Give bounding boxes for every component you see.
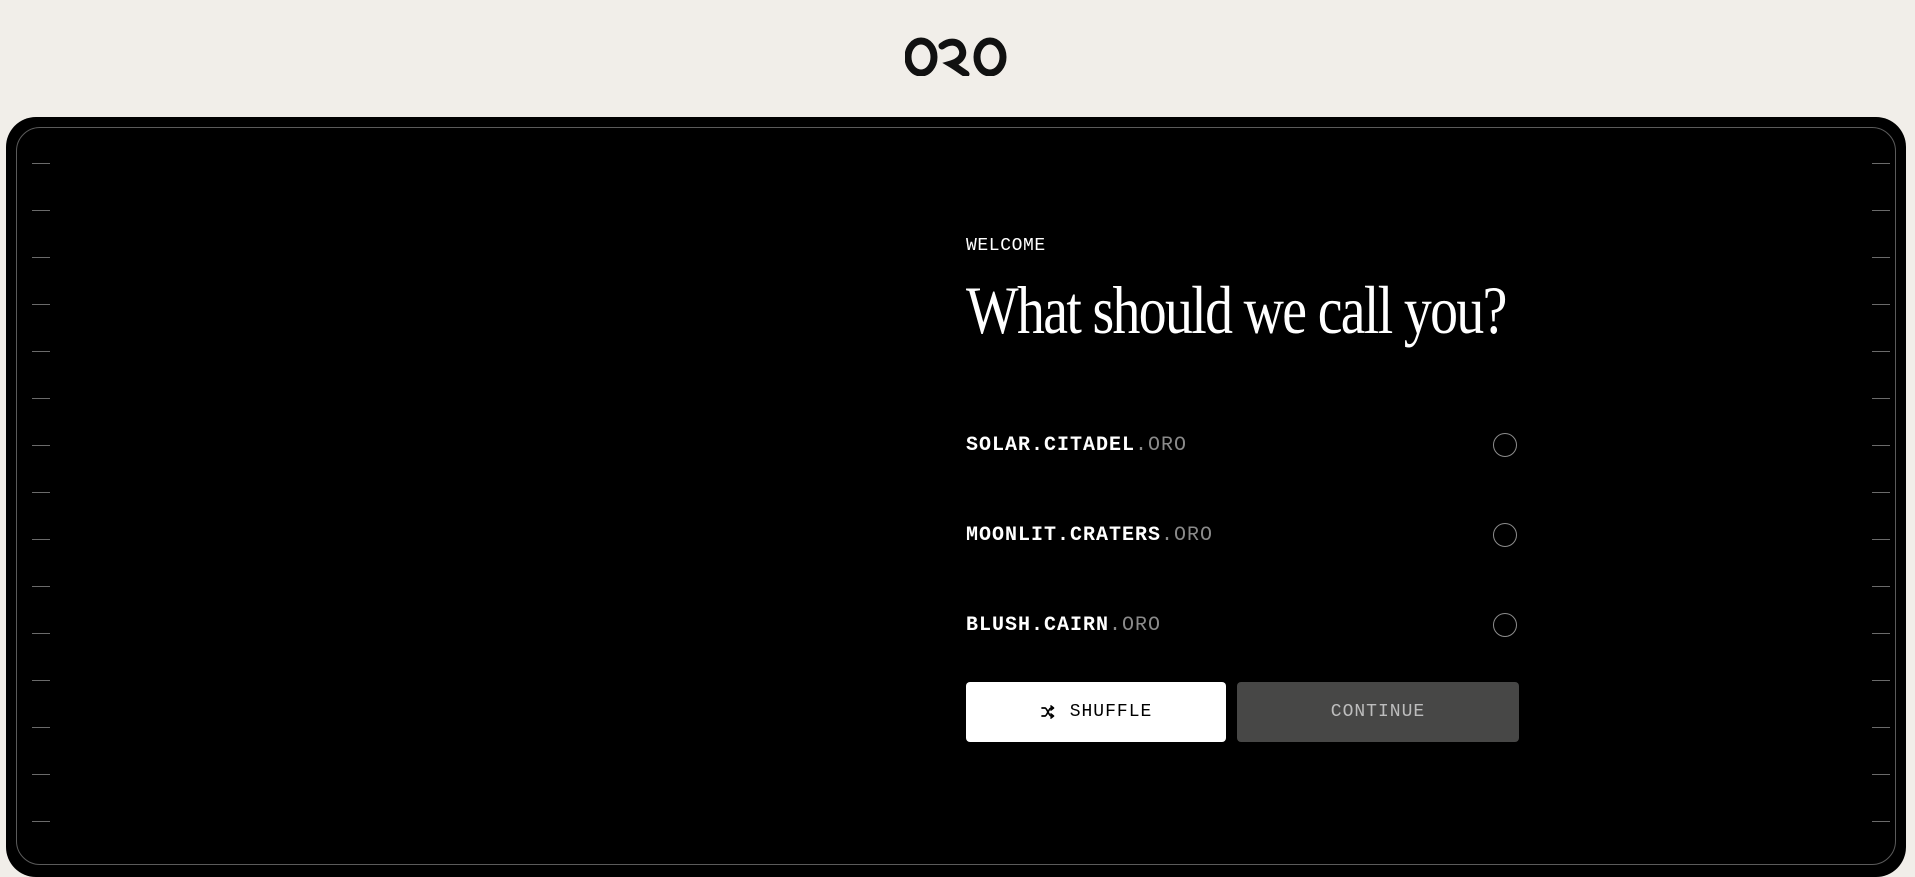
tick-mark <box>1872 398 1890 399</box>
top-bar <box>0 0 1915 117</box>
name-option-moonlit-craters[interactable]: MOONLIT.CRATERS.ORO <box>966 514 1521 558</box>
option-suffix: .ORO <box>1109 614 1162 637</box>
tick-mark <box>1872 163 1890 164</box>
tick-mark <box>1872 257 1890 258</box>
tick-mark <box>1872 633 1890 634</box>
tick-mark <box>1872 539 1890 540</box>
tick-mark <box>32 351 50 352</box>
tick-mark <box>32 398 50 399</box>
tick-mark <box>32 633 50 634</box>
shuffle-label: SHUFFLE <box>1069 702 1153 722</box>
tick-mark <box>1872 727 1890 728</box>
tick-mark <box>1872 586 1890 587</box>
tick-mark <box>1872 351 1890 352</box>
option-suffix: .ORO <box>1135 434 1188 457</box>
tick-mark <box>32 163 50 164</box>
tick-mark <box>1872 492 1890 493</box>
panel-border <box>16 127 1896 865</box>
name-option-solar-citadel[interactable]: SOLAR.CITADEL.ORO <box>966 424 1521 468</box>
tick-mark <box>32 492 50 493</box>
tick-mark <box>32 210 50 211</box>
main-panel <box>6 117 1906 877</box>
continue-button[interactable]: CONTINUE <box>1237 682 1519 742</box>
option-suffix: .ORO <box>1161 524 1214 547</box>
option-radio[interactable] <box>1493 523 1517 547</box>
shuffle-button[interactable]: SHUFFLE <box>966 682 1226 742</box>
tick-mark <box>32 586 50 587</box>
welcome-eyebrow: WELCOME <box>966 236 1046 256</box>
tick-mark <box>1872 680 1890 681</box>
option-label: BLUSH.CAIRN.ORO <box>966 614 1161 637</box>
tick-mark <box>32 445 50 446</box>
name-option-blush-cairn[interactable]: BLUSH.CAIRN.ORO <box>966 604 1521 648</box>
tick-mark <box>32 680 50 681</box>
option-label: MOONLIT.CRATERS.ORO <box>966 524 1213 547</box>
tick-mark <box>1872 210 1890 211</box>
shuffle-icon <box>1040 704 1056 720</box>
option-radio[interactable] <box>1493 613 1517 637</box>
tick-mark <box>32 821 50 822</box>
tick-mark <box>1872 445 1890 446</box>
option-name: BLUSH.CAIRN <box>966 614 1110 637</box>
option-name: SOLAR.CITADEL <box>966 434 1136 457</box>
page-title: What should we call you? <box>966 272 1507 348</box>
tick-mark <box>1872 774 1890 775</box>
tick-mark <box>32 539 50 540</box>
tick-mark <box>1872 821 1890 822</box>
tick-mark <box>32 774 50 775</box>
option-label: SOLAR.CITADEL.ORO <box>966 434 1187 457</box>
oro-logo <box>905 36 1007 76</box>
tick-mark <box>32 727 50 728</box>
continue-label: CONTINUE <box>1330 702 1426 722</box>
tick-mark <box>32 304 50 305</box>
option-radio[interactable] <box>1493 433 1517 457</box>
right-tick-rail <box>1872 163 1890 823</box>
tick-mark <box>32 257 50 258</box>
tick-mark <box>1872 304 1890 305</box>
option-name: MOONLIT.CRATERS <box>966 524 1162 547</box>
left-tick-rail <box>32 163 50 823</box>
